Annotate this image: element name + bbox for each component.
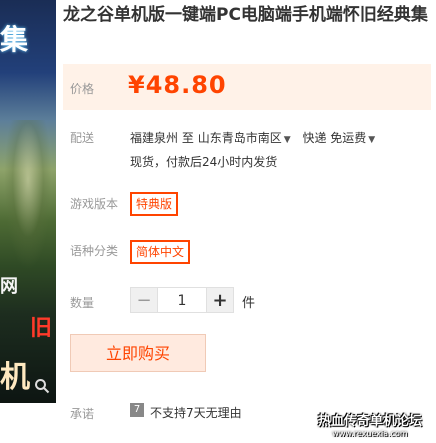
product-image[interactable]: 集 网 旧 机 (0, 0, 56, 403)
seven-day-icon: 7 (130, 403, 144, 417)
shipping-destination[interactable]: 山东青岛市南区 (198, 131, 282, 145)
language-option-selected[interactable]: 简体中文 (130, 240, 191, 264)
price-label: 价格 (70, 82, 95, 96)
product-image-text-bottom: 机 (0, 360, 30, 395)
quantity-unit: 件 (242, 296, 256, 311)
product-image-text-top: 集 (0, 23, 29, 56)
quantity-increase-button[interactable]: + (206, 287, 234, 313)
quantity-input[interactable]: 1 (158, 287, 206, 313)
shipping-label: 配送 (70, 131, 95, 145)
product-title: 龙之谷单机版一键端PC电脑端手机端怀旧经典集 (63, 5, 428, 25)
version-label: 游戏版本 (70, 197, 119, 211)
shipping-from: 福建泉州 (130, 131, 179, 145)
buy-now-button[interactable]: 立即购买 (70, 334, 206, 372)
product-image-text-mid: 网 (0, 276, 18, 297)
shipping-note: 现货，付款后24小时内发货 (130, 155, 278, 169)
product-image-figure (4, 120, 52, 270)
quantity-label: 数量 (70, 296, 95, 310)
promise-text: 不支持7天无理由 (150, 406, 242, 420)
chevron-down-icon[interactable]: ▼ (284, 135, 291, 145)
shipping-line: 福建泉州 至 山东青岛市南区 ▼ 快递 免运费 ▼ (130, 129, 383, 146)
shipping-method[interactable]: 快递 免运费 (302, 131, 366, 145)
watermark-title: 热血传奇单机论坛 (318, 414, 423, 429)
watermark: 热血传奇单机论坛 www.rexuexia.com (318, 410, 422, 438)
zoom-icon[interactable] (32, 378, 52, 398)
shipping-to-word: 至 (181, 131, 194, 145)
quantity-decrease-button[interactable]: − (130, 287, 158, 313)
version-option-selected[interactable]: 特典版 (130, 192, 179, 216)
watermark-url: www.rexuexia.com (332, 429, 408, 438)
language-label: 语种分类 (70, 244, 119, 258)
product-image-text-red: 旧 (30, 316, 53, 341)
price-panel (63, 64, 431, 110)
promise-label: 承诺 (70, 407, 95, 421)
chevron-down-icon[interactable]: ▼ (368, 135, 375, 145)
price-value: ¥48.80 (128, 71, 227, 99)
